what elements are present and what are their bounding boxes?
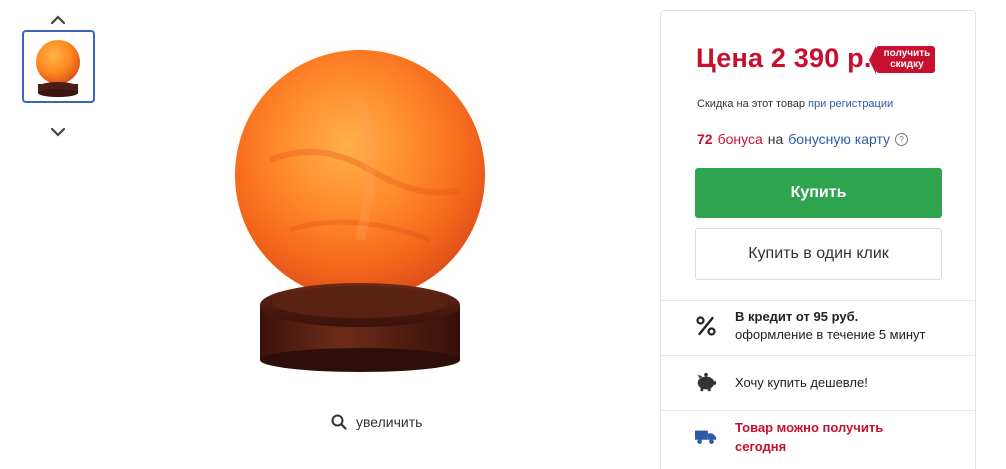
chevron-up-icon <box>50 15 66 25</box>
cheaper-feature[interactable]: Хочу купить дешевле! <box>695 371 868 393</box>
buy-button[interactable]: Купить <box>695 168 942 218</box>
bonus-on: на <box>767 131 784 147</box>
buy-one-click-button[interactable]: Купить в один клик <box>695 228 942 280</box>
get-discount-tag[interactable]: получить скидку <box>868 46 936 74</box>
discount-note-text: Скидка на этот товар <box>697 98 806 110</box>
divider <box>661 300 975 301</box>
piggy-bank-icon <box>695 371 717 393</box>
credit-title: В кредит от 95 руб. <box>735 309 859 324</box>
delivery-text: Товар можно получить сегодня <box>735 420 884 454</box>
price-row: Цена 2 390 р. получить скидку <box>696 43 936 74</box>
credit-subtitle: оформление в течение 5 минут <box>735 327 926 342</box>
thumbnail-scroll-up-button[interactable] <box>46 8 70 32</box>
salt-lamp-thumbnail <box>36 40 80 97</box>
divider <box>661 410 975 411</box>
bonus-row: 72 бонуса на бонусную карту ? <box>697 131 909 147</box>
product-main-image[interactable] <box>210 37 510 385</box>
discount-tag-line-1: получить <box>883 48 931 59</box>
divider <box>661 355 975 356</box>
percent-icon <box>695 315 717 337</box>
info-icon[interactable]: ? <box>895 132 909 146</box>
price-value: Цена 2 390 р. <box>696 43 872 73</box>
cheaper-label: Хочу купить дешевле! <box>735 374 868 390</box>
thumbnail-item[interactable] <box>22 30 95 103</box>
discount-note: Скидка на этот товар при регистрации <box>697 98 893 110</box>
bonus-count: 72 <box>697 131 713 147</box>
credit-feature[interactable]: В кредит от 95 руб. оформление в течение… <box>695 309 926 342</box>
thumbnail-scroll-down-button[interactable] <box>46 120 70 144</box>
salt-lamp-sphere-image <box>222 37 498 372</box>
discount-tag-line-2: скидку <box>890 59 924 70</box>
zoom-button[interactable]: увеличить <box>330 412 422 432</box>
purchase-card: Цена 2 390 р. получить скидку Скидка на … <box>660 10 976 469</box>
zoom-label: увеличить <box>356 414 423 430</box>
search-icon <box>331 414 347 430</box>
chevron-down-icon <box>50 127 66 137</box>
truck-icon <box>695 426 717 448</box>
delivery-feature: Товар можно получить сегодня <box>695 418 905 456</box>
bonus-word: бонуса <box>717 131 763 147</box>
thumbnail-strip <box>22 0 95 150</box>
registration-link[interactable]: при регистрации <box>808 98 893 110</box>
bonus-card-link[interactable]: бонусную карту <box>788 131 890 147</box>
